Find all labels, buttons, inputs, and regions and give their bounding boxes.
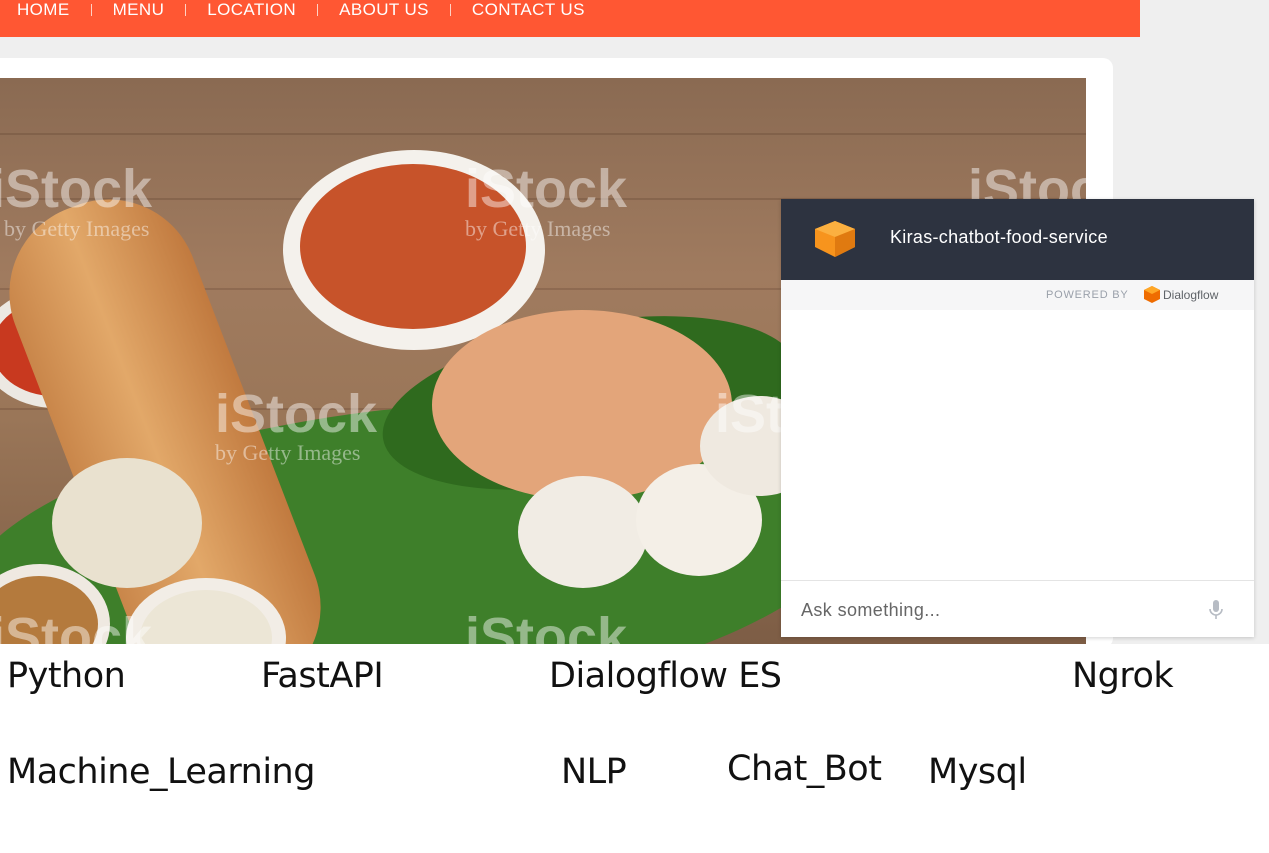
top-navbar: HOME MENU LOCATION ABOUT US CONTACT US bbox=[0, 0, 1140, 37]
chat-messages-area bbox=[781, 310, 1254, 580]
powered-by-bar: POWERED BY Dialogflow bbox=[781, 280, 1254, 310]
nav-divider bbox=[185, 4, 187, 16]
nav-about-link[interactable]: ABOUT US bbox=[339, 0, 429, 20]
nav-divider bbox=[449, 4, 451, 16]
tech-fastapi: FastAPI bbox=[261, 656, 384, 696]
tech-mysql: Mysql bbox=[928, 752, 1027, 792]
tech-chat-bot: Chat_Bot bbox=[727, 749, 882, 789]
watermark-text: iStock bbox=[215, 384, 378, 444]
tech-machine-learning: Machine_Learning bbox=[7, 752, 315, 792]
nav-location-link[interactable]: LOCATION bbox=[207, 0, 296, 20]
nav-home-link[interactable]: HOME bbox=[17, 0, 70, 20]
chat-input[interactable] bbox=[799, 595, 1193, 625]
watermark-subtext: by Getty Images bbox=[4, 216, 150, 241]
chat-input-row bbox=[781, 580, 1254, 638]
watermark-subtext: by Getty Images bbox=[215, 440, 361, 465]
dialogflow-logo-icon bbox=[1144, 286, 1160, 303]
tech-nlp: NLP bbox=[561, 752, 627, 792]
microphone-icon[interactable] bbox=[1208, 598, 1224, 622]
chatbot-cube-icon bbox=[815, 221, 855, 257]
watermark-text: iStock bbox=[0, 159, 153, 219]
wood-grain bbox=[0, 133, 1086, 135]
watermark-subtext: by Getty Images bbox=[465, 216, 611, 241]
nav-menu-link[interactable]: MENU bbox=[113, 0, 165, 20]
upma bbox=[52, 458, 202, 588]
idli bbox=[518, 476, 648, 588]
nav-contact-link[interactable]: CONTACT US bbox=[472, 0, 585, 20]
tech-python: Python bbox=[7, 656, 126, 696]
watermark-text: iStock bbox=[465, 607, 628, 644]
dialogflow-brand: Dialogflow bbox=[1163, 288, 1219, 302]
tech-ngrok: Ngrok bbox=[1072, 656, 1174, 696]
chatbot-header: Kiras-chatbot-food-service bbox=[781, 199, 1254, 280]
nav-divider bbox=[90, 4, 92, 16]
tech-dialogflow-es: Dialogflow ES bbox=[549, 656, 782, 696]
chatbot-title: Kiras-chatbot-food-service bbox=[890, 227, 1108, 247]
powered-by-label: POWERED BY bbox=[1046, 289, 1129, 301]
nav-list: HOME MENU LOCATION ABOUT US CONTACT US bbox=[0, 0, 585, 20]
watermark-text: iStock bbox=[0, 607, 153, 644]
nav-divider bbox=[317, 4, 319, 16]
chatbot-widget: Kiras-chatbot-food-service POWERED BY Di… bbox=[781, 199, 1254, 637]
watermark-text: iStock bbox=[465, 159, 628, 219]
